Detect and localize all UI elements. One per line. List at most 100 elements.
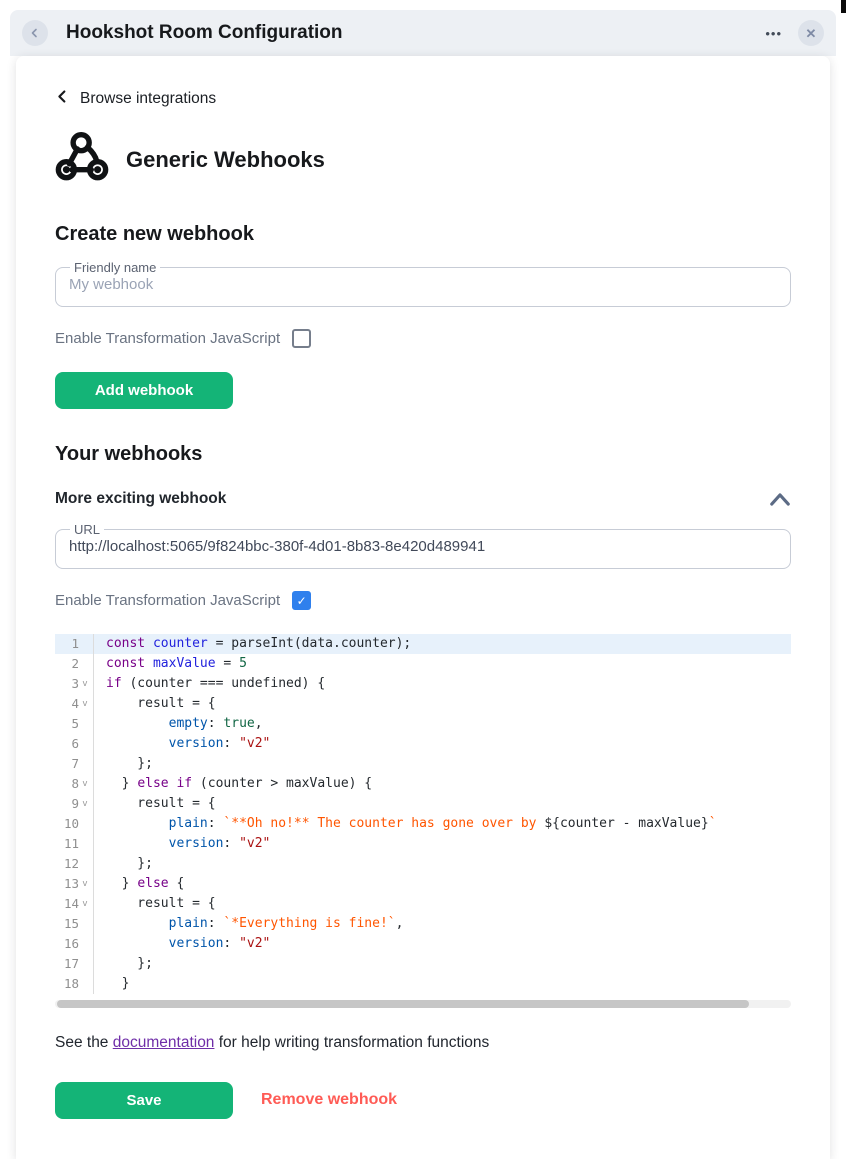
dialog-header: Hookshot Room Configuration ••• ✕ — [10, 10, 836, 56]
line-number: 18 — [55, 974, 79, 994]
code-line[interactable]: 13v } else { — [55, 874, 791, 894]
code-line[interactable]: 8v } else if (counter > maxValue) { — [55, 774, 791, 794]
code-text: empty: true, — [94, 714, 263, 734]
back-button[interactable] — [22, 20, 48, 46]
url-input[interactable] — [69, 537, 777, 558]
code-text: version: "v2" — [94, 834, 270, 854]
line-gutter[interactable]: 9v — [55, 794, 94, 814]
code-text: }; — [94, 754, 153, 774]
hookshot-dialog: Hookshot Room Configuration ••• ✕ Browse… — [10, 10, 836, 1159]
code-text: result = { — [94, 694, 216, 714]
url-field: URL — [55, 522, 791, 569]
line-gutter[interactable]: 13v — [55, 874, 94, 894]
line-number: 10 — [55, 814, 79, 834]
line-gutter[interactable]: 6 — [55, 734, 94, 754]
line-number: 9 — [55, 794, 79, 814]
url-label: URL — [70, 522, 104, 537]
line-gutter[interactable]: 18 — [55, 974, 94, 994]
overflow-menu-button[interactable]: ••• — [759, 22, 788, 45]
code-line[interactable]: 3vif (counter === undefined) { — [55, 674, 791, 694]
code-editor[interactable]: 1 const counter = parseInt(data.counter);… — [55, 634, 791, 994]
line-number: 6 — [55, 734, 79, 754]
chevron-left-icon — [29, 27, 41, 39]
line-gutter[interactable]: 15 — [55, 914, 94, 934]
add-webhook-button[interactable]: Add webhook — [55, 372, 233, 409]
line-gutter[interactable]: 11 — [55, 834, 94, 854]
code-line[interactable]: 15 plain: `*Everything is fine!`, — [55, 914, 791, 934]
scrollbar-thumb[interactable] — [57, 1000, 749, 1008]
transform-checkbox[interactable] — [292, 329, 311, 348]
ellipsis-icon: ••• — [765, 26, 782, 41]
code-text: result = { — [94, 794, 216, 814]
remove-webhook-button[interactable]: Remove webhook — [261, 1091, 397, 1109]
code-line[interactable]: 16 version: "v2" — [55, 934, 791, 954]
code-text: }; — [94, 954, 153, 974]
help-suffix: for help writing transformation function… — [214, 1034, 489, 1051]
fold-arrow-icon[interactable]: v — [79, 694, 91, 714]
chevron-left-icon — [55, 88, 70, 110]
line-gutter[interactable]: 12 — [55, 854, 94, 874]
line-gutter[interactable]: 7 — [55, 754, 94, 774]
line-number: 1 — [55, 634, 79, 654]
line-number: 17 — [55, 954, 79, 974]
code-line[interactable]: 14v result = { — [55, 894, 791, 914]
line-number: 4 — [55, 694, 79, 714]
webhook-name: More exciting webhook — [55, 490, 226, 508]
line-number: 15 — [55, 914, 79, 934]
webhook-icon — [55, 130, 109, 189]
code-line[interactable]: 7 }; — [55, 754, 791, 774]
editor-horizontal-scrollbar[interactable] — [55, 1000, 791, 1008]
code-line[interactable]: 12 }; — [55, 854, 791, 874]
code-line[interactable]: 6 version: "v2" — [55, 734, 791, 754]
line-gutter[interactable]: 2 — [55, 654, 94, 674]
line-gutter[interactable]: 8v — [55, 774, 94, 794]
code-line[interactable]: 10 plain: `**Oh no!** The counter has go… — [55, 814, 791, 834]
chevron-up-icon[interactable] — [769, 492, 791, 507]
line-number: 8 — [55, 774, 79, 794]
code-text: } else { — [94, 874, 184, 894]
line-number: 3 — [55, 674, 79, 694]
documentation-link[interactable]: documentation — [113, 1034, 215, 1051]
window-edge-artifact — [841, 0, 846, 13]
fold-arrow-icon[interactable]: v — [79, 894, 91, 914]
browse-integrations-label: Browse integrations — [80, 90, 216, 108]
line-number: 14 — [55, 894, 79, 914]
code-line[interactable]: 11 version: "v2" — [55, 834, 791, 854]
transform-label: Enable Transformation JavaScript — [55, 592, 280, 609]
integration-header: Generic Webhooks — [55, 130, 791, 189]
browse-integrations-link[interactable]: Browse integrations — [55, 88, 216, 110]
close-button[interactable]: ✕ — [798, 20, 824, 46]
code-line[interactable]: 2 const maxValue = 5 — [55, 654, 791, 674]
code-text: version: "v2" — [94, 934, 270, 954]
fold-arrow-icon[interactable]: v — [79, 674, 91, 694]
code-text: }; — [94, 854, 153, 874]
line-gutter[interactable]: 10 — [55, 814, 94, 834]
your-webhooks-heading: Your webhooks — [55, 443, 791, 466]
line-gutter[interactable]: 4v — [55, 694, 94, 714]
fold-arrow-icon[interactable]: v — [79, 774, 91, 794]
transform-checkbox[interactable]: ✓ — [292, 591, 311, 610]
line-gutter[interactable]: 1 — [55, 634, 94, 654]
code-line[interactable]: 1 const counter = parseInt(data.counter); — [55, 634, 791, 654]
code-line[interactable]: 4v result = { — [55, 694, 791, 714]
line-number: 2 — [55, 654, 79, 674]
webhook-list-item[interactable]: More exciting webhook — [55, 490, 791, 508]
code-text: const maxValue = 5 — [94, 654, 247, 674]
code-line[interactable]: 5 empty: true, — [55, 714, 791, 734]
code-text: } — [94, 974, 129, 994]
code-text: const counter = parseInt(data.counter); — [94, 634, 411, 654]
line-gutter[interactable]: 16 — [55, 934, 94, 954]
code-line[interactable]: 9v result = { — [55, 794, 791, 814]
fold-arrow-icon[interactable]: v — [79, 794, 91, 814]
actions-row: Save Remove webhook — [55, 1068, 791, 1119]
fold-arrow-icon[interactable]: v — [79, 874, 91, 894]
friendly-name-input[interactable] — [69, 275, 777, 296]
code-line[interactable]: 18 } — [55, 974, 791, 994]
line-gutter[interactable]: 14v — [55, 894, 94, 914]
help-text: See the documentation for help writing t… — [55, 1034, 791, 1052]
line-gutter[interactable]: 5 — [55, 714, 94, 734]
line-gutter[interactable]: 17 — [55, 954, 94, 974]
code-line[interactable]: 17 }; — [55, 954, 791, 974]
line-gutter[interactable]: 3v — [55, 674, 94, 694]
transform-label: Enable Transformation JavaScript — [55, 330, 280, 347]
